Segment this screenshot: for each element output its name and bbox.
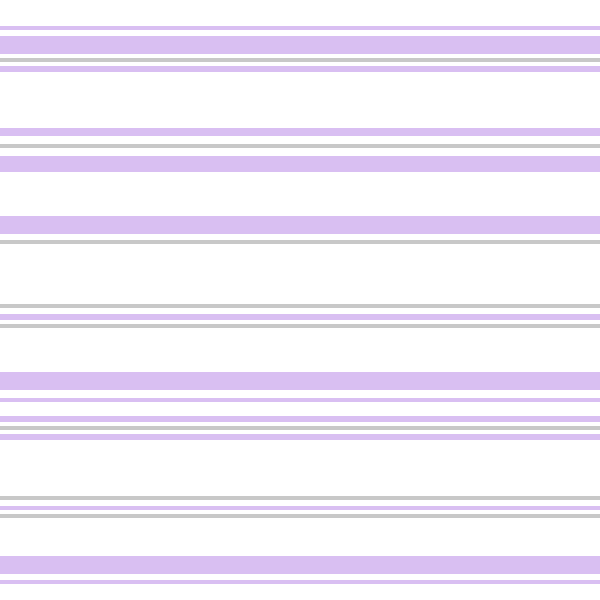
stripe [0, 514, 600, 518]
stripe [0, 240, 600, 244]
stripe [0, 58, 600, 62]
stripe [0, 496, 600, 500]
stripe [0, 434, 600, 440]
stripe [0, 556, 600, 574]
stripe [0, 416, 600, 422]
stripe [0, 426, 600, 430]
stripe [0, 156, 600, 172]
stripe [0, 372, 600, 390]
stripe [0, 304, 600, 308]
stripe [0, 314, 600, 320]
stripe-pattern [0, 0, 600, 600]
stripe [0, 36, 600, 54]
stripe [0, 26, 600, 30]
stripe [0, 128, 600, 136]
stripe [0, 506, 600, 510]
stripe [0, 398, 600, 402]
stripe [0, 66, 600, 72]
stripe [0, 324, 600, 328]
stripe [0, 580, 600, 584]
stripe [0, 216, 600, 234]
stripe [0, 144, 600, 148]
